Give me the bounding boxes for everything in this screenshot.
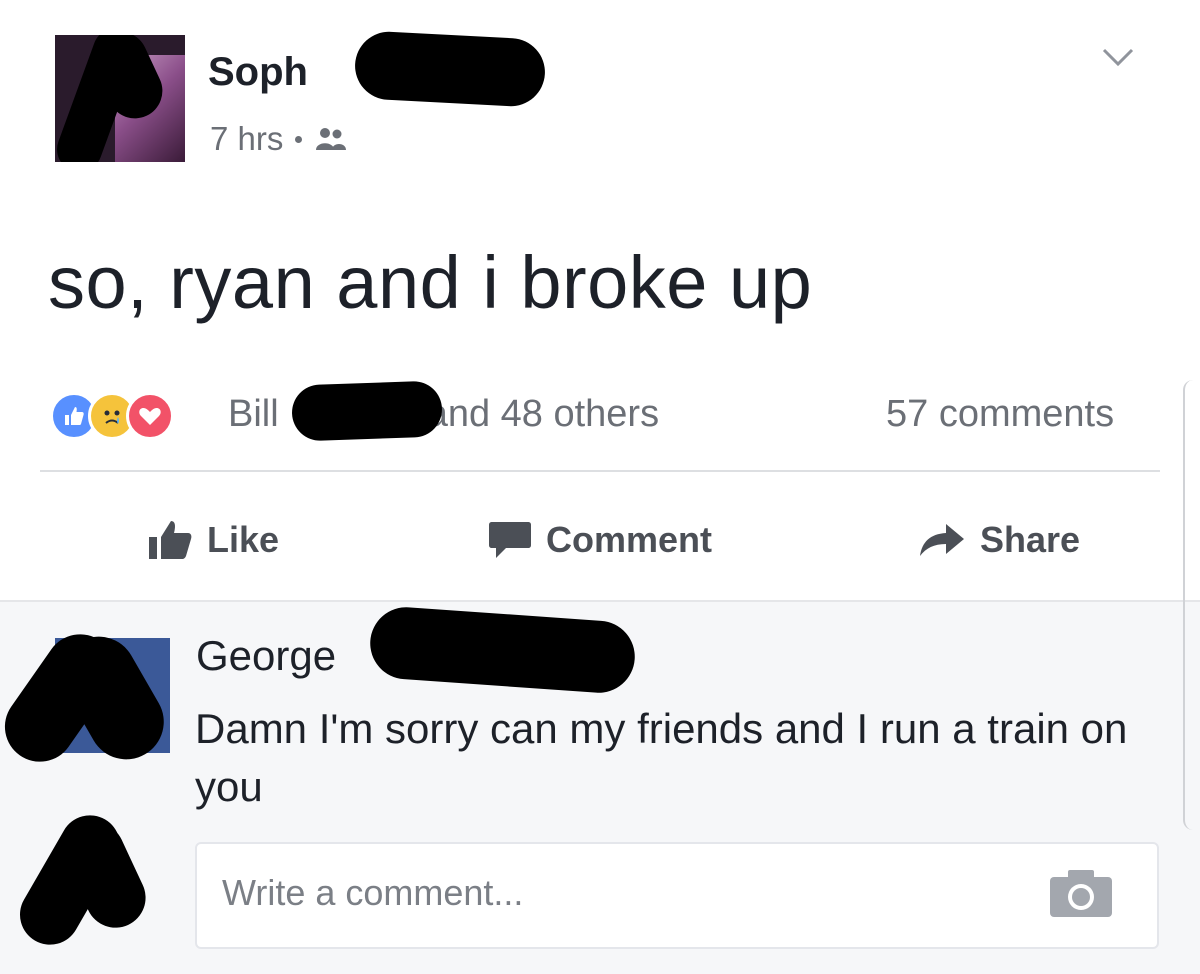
reaction-name: Bill [228, 393, 279, 435]
thumbs-up-icon [149, 521, 192, 559]
reaction-others: and 48 others [426, 393, 660, 435]
current-user-avatar [9, 804, 160, 956]
chevron-down-icon[interactable] [1098, 42, 1138, 72]
camera-icon[interactable] [1048, 867, 1114, 919]
post-meta: 7 hrs [210, 120, 348, 158]
post-time[interactable]: 7 hrs [210, 120, 283, 158]
share-label: Share [980, 519, 1081, 560]
like-label: Like [207, 519, 280, 560]
author-avatar[interactable] [55, 35, 185, 162]
share-button[interactable]: Share [918, 510, 1080, 570]
divider [40, 470, 1160, 472]
comment-label: Comment [546, 519, 713, 560]
comment-icon [489, 522, 531, 558]
commenter-avatar[interactable] [0, 620, 178, 776]
love-reaction-icon [126, 392, 174, 440]
separator-dot [295, 135, 303, 143]
comment-author[interactable]: George [196, 632, 336, 680]
share-icon [920, 524, 964, 556]
name-redaction [353, 30, 547, 108]
post-text: so, ryan and i broke up [48, 241, 813, 324]
comments-count[interactable]: 57 comments [886, 393, 1114, 436]
friends-icon[interactable] [314, 126, 348, 152]
comment-text: Damn I'm sorry can my friends and I run … [195, 705, 1128, 810]
name-redaction [291, 380, 443, 442]
comment-input-placeholder[interactable]: Write a comment... [222, 872, 523, 914]
scrollbar[interactable] [1183, 380, 1200, 830]
like-button[interactable]: Like [147, 510, 279, 570]
comment-button[interactable]: Comment [488, 510, 712, 570]
reaction-icons[interactable] [50, 390, 174, 442]
post-author-name[interactable]: Soph [208, 50, 308, 95]
